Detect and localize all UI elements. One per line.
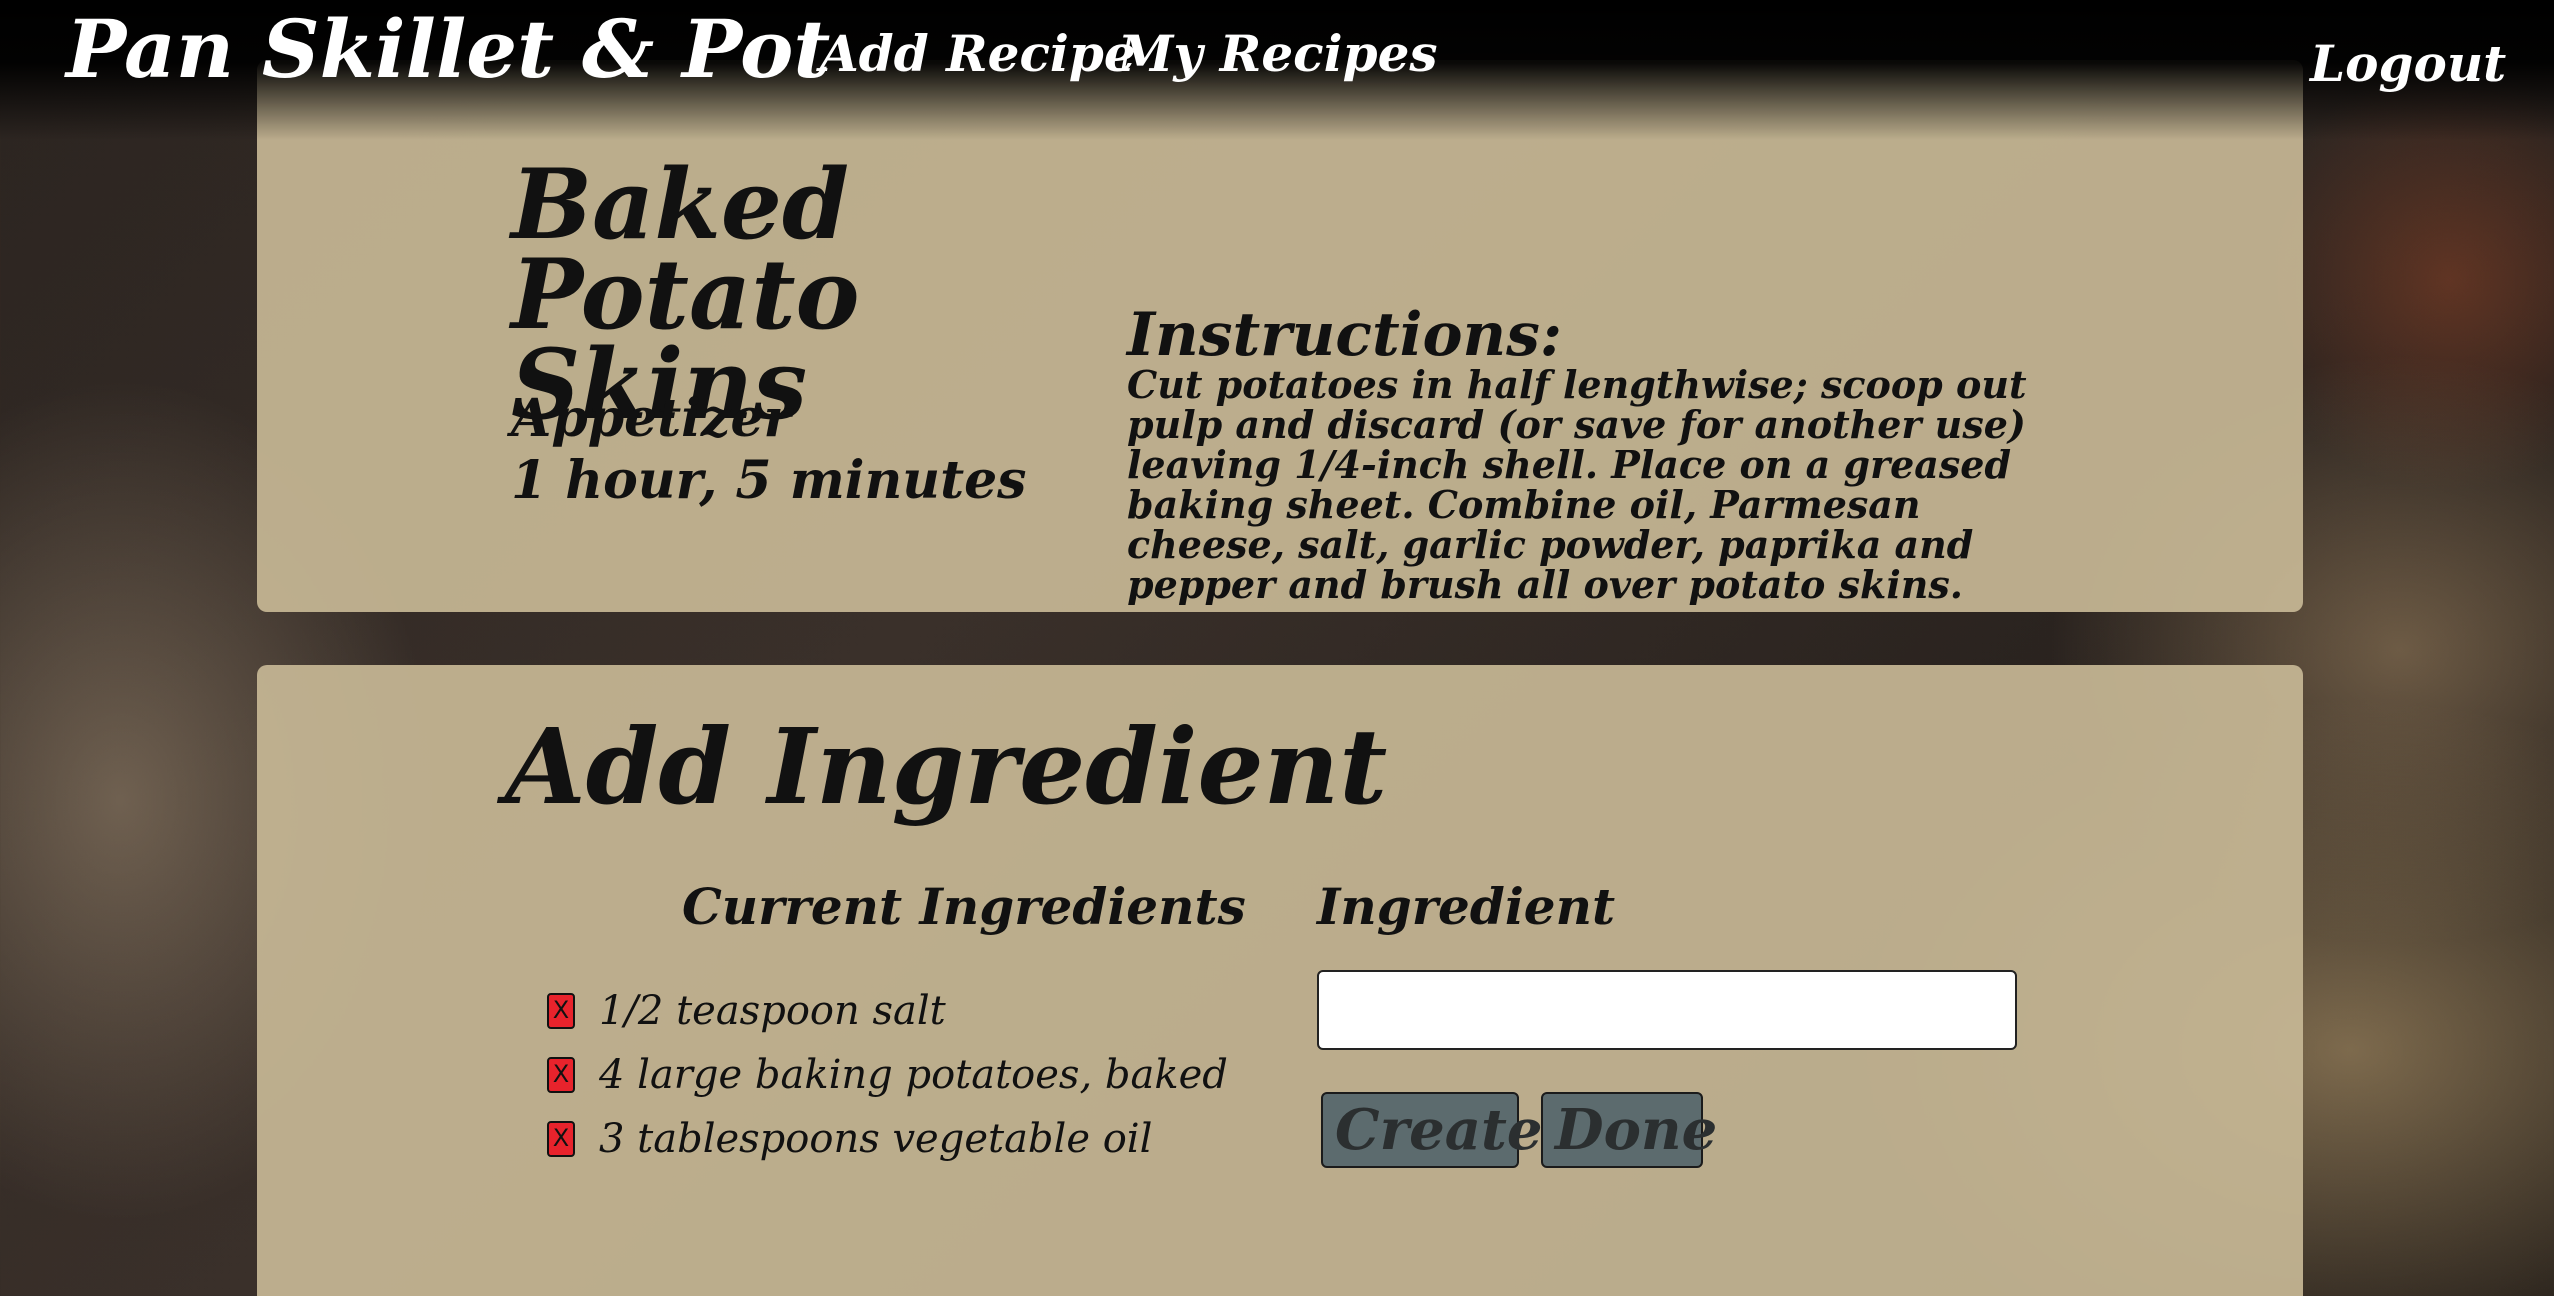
nav-my-recipes-link[interactable]: My Recipes	[1118, 24, 1438, 83]
remove-ingredient-button[interactable]: X	[547, 1057, 575, 1093]
recipe-cook-time: 1 hour, 5 minutes	[511, 450, 1027, 511]
nav-add-recipe-link[interactable]: Add Recipe	[820, 24, 1136, 83]
instructions-text: Cut potatoes in half lengthwise; scoop o…	[1127, 365, 2027, 605]
list-item: X 1/2 teaspoon salt	[547, 979, 1228, 1043]
top-nav-bar: Pan Skillet & Pot Add Recipe My Recipes …	[0, 0, 2554, 140]
list-item: X 3 tablespoons vegetable oil	[547, 1107, 1228, 1171]
brand-logo[interactable]: Pan Skillet & Pot	[66, 2, 830, 96]
nav-logout-link[interactable]: Logout	[2310, 34, 2506, 93]
add-ingredient-panel: Add Ingredient Current Ingredients X 1/2…	[257, 665, 2303, 1296]
ingredient-input[interactable]	[1317, 970, 2017, 1050]
remove-ingredient-button[interactable]: X	[547, 1121, 575, 1157]
instructions-heading: Instructions:	[1127, 300, 1563, 370]
ingredient-text: 1/2 teaspoon salt	[599, 988, 946, 1034]
done-button[interactable]: Done	[1541, 1092, 1717, 1168]
recipe-category: Appetizer	[511, 388, 791, 449]
remove-ingredient-button[interactable]: X	[547, 993, 575, 1029]
current-ingredients-heading: Current Ingredients	[682, 877, 1246, 936]
list-item: X 4 large baking potatoes, baked	[547, 1043, 1228, 1107]
ingredient-text: 3 tablespoons vegetable oil	[599, 1116, 1153, 1162]
ingredient-field-label: Ingredient	[1317, 877, 1616, 936]
ingredient-text: 4 large baking potatoes, baked	[599, 1052, 1228, 1098]
create-button[interactable]: Create	[1321, 1092, 1542, 1168]
ingredient-list: X 1/2 teaspoon salt X 4 large baking pot…	[547, 979, 1228, 1171]
add-ingredient-heading: Add Ingredient	[505, 705, 1388, 828]
recipe-details-panel: Baked Potato Skins Appetizer 1 hour, 5 m…	[257, 60, 2303, 612]
